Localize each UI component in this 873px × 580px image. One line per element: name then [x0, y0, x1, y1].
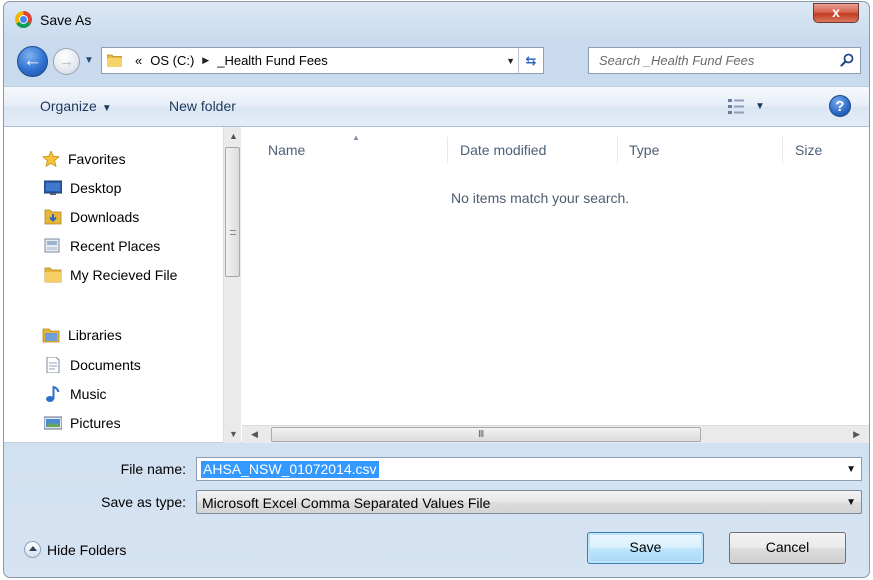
chevron-down-icon[interactable]: ▼	[846, 497, 856, 508]
nav-item-desktop[interactable]: Desktop	[44, 177, 121, 199]
desktop-icon	[44, 180, 62, 195]
nav-item-recent-places[interactable]: Recent Places	[44, 235, 160, 257]
empty-list-message: No items match your search.	[451, 190, 630, 206]
favorites-label: Favorites	[68, 151, 126, 167]
nav-item-label: Documents	[70, 357, 141, 373]
title-bar: Save As x	[4, 2, 869, 38]
grip-icon	[230, 230, 236, 235]
nav-libraries[interactable]: Libraries	[42, 324, 122, 346]
chevron-down-icon: ▼	[101, 103, 112, 114]
nav-item-label: Music	[70, 386, 107, 402]
forward-button[interactable]: →	[53, 48, 80, 75]
content-area: Favorites Desktop Downloads Recent Place…	[4, 127, 869, 443]
star-icon	[42, 151, 60, 167]
save-as-dialog: Save As x ← → ▼ « OS (C:) ▶ _Health Fund…	[3, 1, 870, 578]
change-view-icon[interactable]	[728, 99, 744, 114]
breadcrumb-item-os-c[interactable]: OS (C:)	[150, 53, 194, 68]
window-title: Save As	[40, 12, 92, 28]
scroll-left-icon[interactable]: ◀	[251, 429, 258, 440]
hide-folders-button[interactable]: Hide Folders	[24, 541, 126, 558]
save-as-type-label: Save as type:	[101, 494, 186, 510]
sort-ascending-icon: ▲	[352, 133, 360, 142]
nav-item-label: Downloads	[70, 209, 140, 225]
scrollbar-thumb[interactable]: III	[271, 427, 701, 442]
refresh-button[interactable]: ⇆	[518, 48, 543, 73]
recent-pages-dropdown-icon[interactable]: ▼	[84, 55, 94, 66]
folder-icon	[44, 267, 62, 283]
save-as-type-select[interactable]: Microsoft Excel Comma Separated Values F…	[196, 490, 862, 514]
search-box	[588, 47, 861, 74]
new-folder-button[interactable]: New folder	[169, 98, 236, 114]
chevron-up-icon	[24, 541, 41, 558]
nav-item-music[interactable]: Music	[44, 383, 107, 405]
nav-item-downloads[interactable]: Downloads	[44, 206, 139, 228]
folder-icon	[107, 54, 122, 67]
nav-item-documents[interactable]: Documents	[44, 354, 141, 376]
column-divider[interactable]	[617, 137, 618, 163]
libraries-icon	[42, 328, 60, 343]
search-input[interactable]	[589, 48, 835, 73]
breadcrumb: « OS (C:) ▶ _Health Fund Fees	[135, 53, 328, 68]
file-list: ▲ Name Date modified Type Size No items …	[242, 127, 869, 443]
column-divider[interactable]	[447, 137, 448, 163]
hide-folders-label: Hide Folders	[47, 541, 127, 558]
nav-item-pictures[interactable]: Pictures	[44, 412, 121, 434]
downloads-folder-icon	[44, 209, 62, 225]
nav-favorites[interactable]: Favorites	[42, 148, 126, 170]
view-options-dropdown-icon[interactable]: ▼	[755, 101, 765, 112]
column-header-date-modified[interactable]: Date modified	[460, 142, 546, 158]
file-name-value[interactable]: AHSA_NSW_01072014.csv	[201, 461, 379, 478]
nav-item-label: Recent Places	[70, 238, 161, 254]
scrollbar-thumb[interactable]	[225, 147, 240, 277]
organize-label: Organize	[40, 98, 97, 114]
search-icon[interactable]	[840, 53, 854, 67]
cancel-button[interactable]: Cancel	[729, 532, 846, 564]
organize-button[interactable]: Organize ▼	[40, 98, 112, 114]
navigation-pane-scrollbar[interactable]: ▲ ▼	[223, 127, 241, 443]
file-name-label: File name:	[120, 461, 186, 477]
music-icon	[46, 386, 60, 402]
save-button[interactable]: Save	[587, 532, 704, 564]
back-button[interactable]: ←	[17, 46, 48, 77]
chevron-down-icon[interactable]: ▼	[846, 464, 856, 475]
column-divider[interactable]	[782, 137, 783, 163]
column-header-name[interactable]: Name	[268, 142, 305, 158]
breadcrumb-item-health-fund-fees[interactable]: _Health Fund Fees	[217, 53, 328, 68]
libraries-label: Libraries	[68, 327, 122, 343]
nav-item-label: My Recieved File	[70, 267, 178, 283]
address-bar[interactable]: « OS (C:) ▶ _Health Fund Fees ▼ ⇆	[101, 47, 544, 74]
breadcrumb-separator-icon[interactable]: ▶	[202, 55, 209, 66]
chrome-app-icon	[15, 11, 32, 28]
close-button[interactable]: x	[813, 3, 859, 23]
documents-icon	[46, 357, 60, 373]
nav-item-label: Pictures	[70, 415, 121, 431]
recent-places-icon	[44, 238, 60, 253]
nav-item-my-recieved-file[interactable]: My Recieved File	[44, 264, 177, 286]
scroll-right-icon[interactable]: ▶	[853, 429, 860, 440]
command-bar: Organize ▼ New folder ▼ ?	[4, 86, 869, 127]
pictures-icon	[44, 416, 62, 430]
scroll-up-icon[interactable]: ▲	[229, 131, 238, 141]
column-header-type[interactable]: Type	[629, 142, 659, 158]
breadcrumb-overflow[interactable]: «	[135, 53, 142, 68]
grip-icon: III	[478, 429, 484, 440]
column-header-size[interactable]: Size	[795, 142, 822, 158]
nav-item-label: Desktop	[70, 180, 122, 196]
help-icon[interactable]: ?	[829, 95, 851, 117]
scroll-down-icon[interactable]: ▼	[229, 429, 238, 439]
file-list-horizontal-scrollbar[interactable]: ◀ III ▶	[242, 425, 869, 443]
navigation-pane: Favorites Desktop Downloads Recent Place…	[4, 127, 223, 443]
address-dropdown-icon[interactable]: ▼	[506, 56, 515, 66]
file-name-input[interactable]: AHSA_NSW_01072014.csv ▼	[196, 457, 862, 481]
save-as-type-value: Microsoft Excel Comma Separated Values F…	[202, 495, 491, 511]
